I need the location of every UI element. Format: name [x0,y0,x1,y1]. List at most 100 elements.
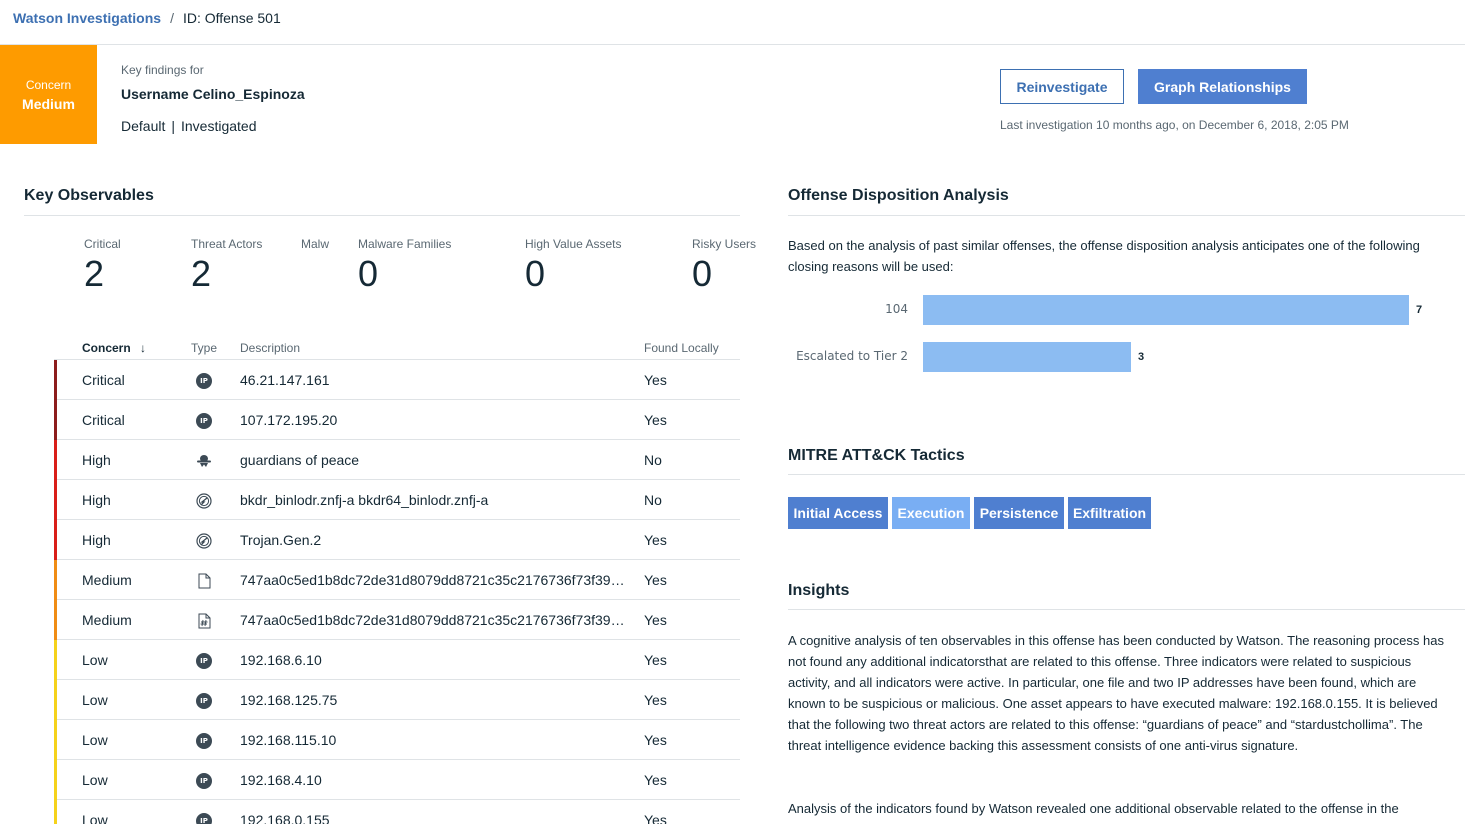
disposition-divider [788,215,1465,216]
row-description[interactable]: 747aa0c5ed1b8dc72de31d8079dd8721c35c2176… [240,612,634,628]
insights-paragraph-1: A cognitive analysis of ten observables … [788,633,1444,753]
tactic-persistence[interactable]: Persistence [974,497,1064,529]
table-row[interactable]: Low IP 192.168.4.10 Yes [54,760,740,800]
row-type: IP [195,772,213,790]
disposition-description: Based on the analysis of past similar of… [788,238,1420,274]
row-concern: Low [82,652,108,668]
status-investigated: Investigated [181,118,257,134]
breadcrumb-separator: / [170,10,174,26]
stat-label: Malw [301,237,330,251]
row-description[interactable]: 192.168.0.155 [240,812,634,824]
column-header-concern[interactable]: Concern ↓ [82,341,146,355]
row-found-locally: Yes [644,732,667,748]
row-concern: High [82,452,111,468]
row-description[interactable]: 192.168.6.10 [240,652,634,668]
stat-value: 2 [84,253,105,294]
row-type [195,492,213,510]
concern-badge: Concern Medium [0,45,97,144]
column-header-description[interactable]: Description [240,341,300,355]
column-header-type[interactable]: Type [191,341,217,355]
breadcrumb-link-watson-investigations[interactable]: Watson Investigations [13,10,161,26]
row-description[interactable]: 192.168.115.10 [240,732,634,748]
concern-color-bar [54,560,57,600]
bar-category-label: 104 [885,302,908,316]
concern-color-bar [54,720,57,760]
concern-color-bar [54,600,57,640]
concern-color-bar [54,800,57,824]
row-concern: High [82,492,111,508]
ip-icon: IP [196,373,212,389]
status-default: Default [121,118,166,134]
table-row[interactable]: High bkdr_binlodr.znfj-a bkdr64_binlodr.z… [54,480,740,520]
concern-color-bar [54,640,57,680]
concern-color-bar [54,440,57,480]
bar[interactable] [923,295,1409,325]
row-concern: High [82,532,111,548]
table-row[interactable]: Low IP 192.168.6.10 Yes [54,640,740,680]
stat-critical: Critical 2 [84,237,121,292]
stat-risky-users: Risky Users 0 [692,237,756,292]
row-description[interactable]: 747aa0c5ed1b8dc72de31d8079dd8721c35c2176… [240,572,634,588]
concern-color-bar [54,400,57,440]
concern-color-bar [54,680,57,720]
row-found-locally: Yes [644,772,667,788]
row-description[interactable]: 107.172.195.20 [240,412,634,428]
table-row[interactable]: Low IP 192.168.125.75 Yes [54,680,740,720]
row-description[interactable]: 192.168.4.10 [240,772,634,788]
status-separator: | [171,118,175,134]
mitre-title: MITRE ATT&CK Tactics [788,447,965,464]
row-description[interactable]: 46.21.147.161 [240,372,634,388]
row-description[interactable]: Trojan.Gen.2 [240,532,634,548]
row-description[interactable]: guardians of peace [240,452,634,468]
stat-label: Malware Families [358,237,452,251]
bar[interactable] [923,342,1131,372]
mitre-divider [788,474,1465,475]
row-found-locally: No [644,452,662,468]
row-found-locally: Yes [644,812,667,824]
table-row[interactable]: Critical IP 46.21.147.161 Yes [54,360,740,400]
bar-value-label: 7 [1416,304,1423,316]
concern-level: Medium [22,95,75,112]
tactic-initial-access[interactable]: Initial Access [788,497,888,529]
row-type: IP [195,652,213,670]
tactic-exfiltration[interactable]: Exfiltration [1068,497,1151,529]
tactic-execution[interactable]: Execution [892,497,970,529]
graph-relationships-button[interactable]: Graph Relationships [1138,69,1307,104]
row-type: IP [195,412,213,430]
stat-malware: Malw [301,237,329,256]
concern-color-bar [54,360,57,400]
table-row[interactable]: Critical IP 107.172.195.20 Yes [54,400,740,440]
row-concern: Low [82,772,108,788]
column-header-found-locally[interactable]: Found Locally [644,341,719,355]
disposition-title: Offense Disposition Analysis [788,187,1009,204]
stat-value: 2 [191,253,212,294]
row-description[interactable]: 192.168.125.75 [240,692,634,708]
table-row[interactable]: Medium 747aa0c5ed1b8dc72de31d8079dd8721c3… [54,560,740,600]
row-found-locally: Yes [644,612,667,628]
row-type [195,452,213,470]
concern-color-bar [54,520,57,560]
offense-status: Default | Investigated [121,118,257,134]
row-found-locally: Yes [644,412,667,428]
table-row[interactable]: Low IP 192.168.115.10 Yes [54,720,740,760]
concern-color-bar [54,760,57,800]
row-concern: Medium [82,612,132,628]
last-investigation-text: Last investigation 10 months ago, on Dec… [1000,118,1349,132]
column-header-concern-label: Concern [82,341,131,355]
bar-category-label: Escalated to Tier 2 [796,349,908,363]
row-type [195,612,213,630]
stat-label: Risky Users [692,237,757,251]
row-description[interactable]: bkdr_binlodr.znfj-a bkdr64_binlodr.znfj-… [240,492,634,508]
table-row[interactable]: Medium 747aa0c5ed1b8dc72de31d8079dd8721c3… [54,600,740,640]
reinvestigate-button[interactable]: Reinvestigate [1000,69,1124,104]
stat-label: Critical [84,237,121,251]
row-concern: Low [82,732,108,748]
row-found-locally: Yes [644,532,667,548]
concern-color-bar [54,480,57,520]
row-type: IP [195,812,213,824]
table-row[interactable]: High guardians of peace No [54,440,740,480]
table-row[interactable]: High Trojan.Gen.2 Yes [54,520,740,560]
breadcrumb-current: ID: Offense 501 [182,10,281,26]
insights-paragraph-2: Analysis of the indicators found by Wats… [788,801,1399,816]
table-row[interactable]: Low IP 192.168.0.155 Yes [54,800,740,824]
